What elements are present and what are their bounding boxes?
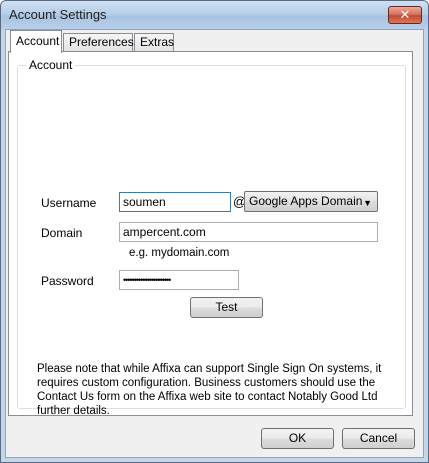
dialog-body: Account Preferences Extras Account Usern… [5,29,424,458]
window-title: Account Settings [9,7,107,22]
account-tab-panel: Account Username @ Google Apps Domain ▼ … [8,51,413,417]
tab-extras[interactable]: Extras [134,33,174,51]
domain-input[interactable] [119,222,378,242]
password-input[interactable]: •••••••••••••••••••••• [119,270,239,290]
domain-type-value: Google Apps Domain [249,194,363,208]
username-input[interactable] [119,192,231,212]
sso-note: Please note that while Affixa can suppor… [37,363,382,417]
password-label: Password [41,274,94,288]
close-button[interactable]: ✕ [388,6,422,24]
ok-button[interactable]: OK [261,428,334,449]
title-bar[interactable]: Account Settings ✕ [1,1,428,29]
tab-preferences[interactable]: Preferences [63,33,134,51]
domain-type-select[interactable]: Google Apps Domain ▼ [244,191,378,212]
close-icon: ✕ [399,7,411,22]
domain-hint: e.g. mydomain.com [129,247,230,259]
account-group-legend: Account [26,58,76,72]
tab-account[interactable]: Account [10,30,62,53]
username-label: Username [41,196,97,210]
chevron-down-icon: ▼ [363,198,372,208]
cancel-button[interactable]: Cancel [342,428,415,449]
domain-label: Domain [41,226,83,240]
account-settings-window: Account Settings ✕ Account Preferences E… [0,0,429,463]
test-button[interactable]: Test [190,297,263,318]
